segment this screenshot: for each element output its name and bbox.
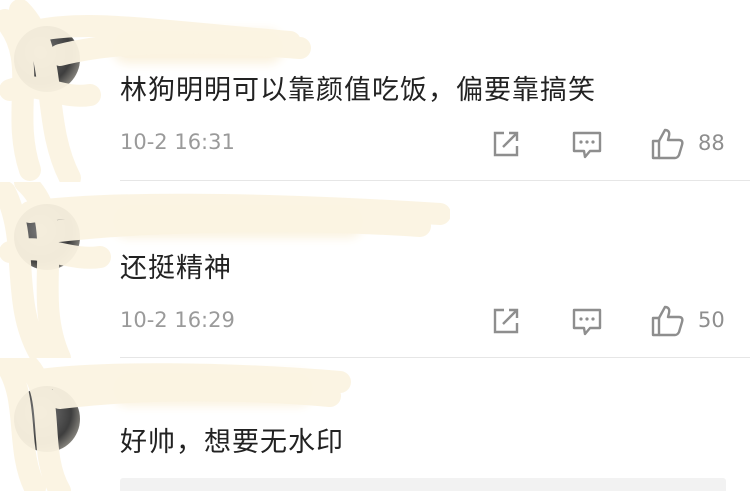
forward-button[interactable] bbox=[489, 127, 523, 161]
comment-text: 好帅，想要无水印 bbox=[120, 427, 344, 458]
like-count: 88 bbox=[698, 131, 725, 155]
comment-text: 还挺精神 bbox=[120, 253, 232, 284]
comment-item: 好帅，想要无水印 bbox=[0, 358, 750, 491]
forward-icon bbox=[493, 131, 519, 157]
avatar[interactable] bbox=[14, 26, 80, 92]
like-count: 50 bbox=[698, 308, 725, 332]
comment-text: 林狗明明可以靠颜值吃饭，偏要靠搞笑 bbox=[120, 75, 596, 106]
thumbs-up-icon bbox=[651, 305, 684, 337]
comment-item: 林狗明明可以靠颜值吃饭，偏要靠搞笑 10-2 16:31 88 bbox=[0, 0, 750, 182]
like-button[interactable]: 50 bbox=[650, 304, 730, 338]
comment-list: 林狗明明可以靠颜值吃饭，偏要靠搞笑 10-2 16:31 88 还挺精神 10-… bbox=[0, 0, 750, 491]
username[interactable] bbox=[118, 36, 278, 58]
username[interactable] bbox=[118, 378, 308, 400]
comment-timestamp: 10-2 16:31 bbox=[120, 130, 235, 154]
sub-reply-box[interactable] bbox=[120, 478, 726, 491]
forward-button[interactable] bbox=[489, 304, 523, 338]
avatar[interactable] bbox=[14, 386, 80, 452]
reply-icon bbox=[572, 308, 602, 336]
comment-item: 还挺精神 10-2 16:29 50 bbox=[0, 182, 750, 358]
forward-icon bbox=[493, 308, 519, 334]
reply-icon bbox=[572, 131, 602, 159]
avatar[interactable] bbox=[14, 204, 80, 270]
divider bbox=[120, 180, 750, 181]
reply-button[interactable] bbox=[570, 127, 604, 161]
comment-timestamp: 10-2 16:29 bbox=[120, 308, 235, 332]
like-button[interactable]: 88 bbox=[650, 127, 730, 161]
reply-button[interactable] bbox=[570, 304, 604, 338]
thumbs-up-icon bbox=[651, 128, 684, 160]
username[interactable] bbox=[118, 210, 358, 232]
